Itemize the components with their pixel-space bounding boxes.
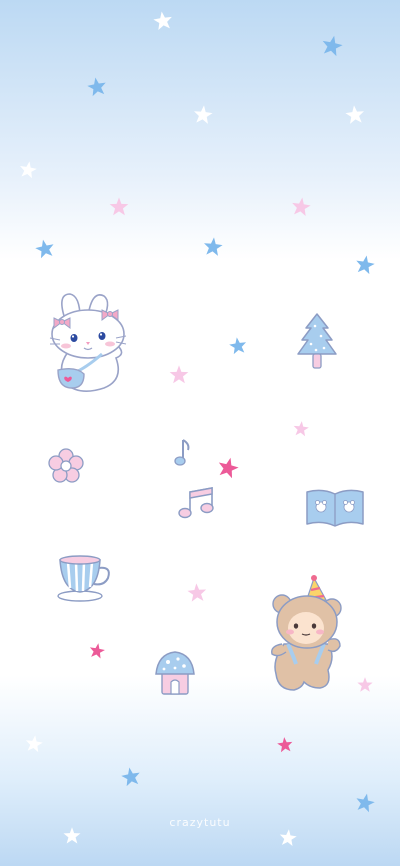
- star-icon: [275, 735, 295, 755]
- star-icon: [32, 236, 58, 262]
- star-icon: [343, 103, 367, 127]
- watermark-text: crazytutu: [169, 816, 231, 829]
- book-sticker: [304, 486, 366, 528]
- bunny-sticker: [46, 288, 130, 398]
- star-icon: [289, 195, 314, 220]
- flower-sticker: [48, 448, 84, 484]
- star-icon: [352, 252, 377, 277]
- star-icon: [108, 196, 130, 218]
- star-icon: [185, 581, 208, 604]
- mushroom-house-sticker: [154, 650, 196, 696]
- star-icon: [352, 790, 378, 816]
- bear-party-hat-sticker: [268, 574, 348, 696]
- star-icon: [168, 364, 190, 386]
- star-icon: [356, 676, 374, 694]
- star-icon: [191, 103, 215, 127]
- christmas-tree-sticker: [296, 312, 338, 372]
- music-note-small-sticker: [174, 438, 192, 468]
- star-icon: [151, 9, 176, 34]
- star-icon: [84, 74, 109, 99]
- star-icon: [213, 453, 242, 482]
- star-icon: [201, 235, 225, 259]
- star-icon: [318, 32, 346, 60]
- star-icon: [23, 733, 46, 756]
- star-icon: [118, 764, 143, 789]
- star-icon: [291, 419, 311, 439]
- star-icon: [87, 641, 108, 662]
- star-icon: [16, 158, 39, 181]
- music-note-double-sticker: [176, 486, 220, 522]
- star-icon: [227, 335, 250, 358]
- star-icon: [277, 827, 299, 849]
- teacup-sticker: [54, 550, 114, 606]
- star-icon: [62, 826, 82, 846]
